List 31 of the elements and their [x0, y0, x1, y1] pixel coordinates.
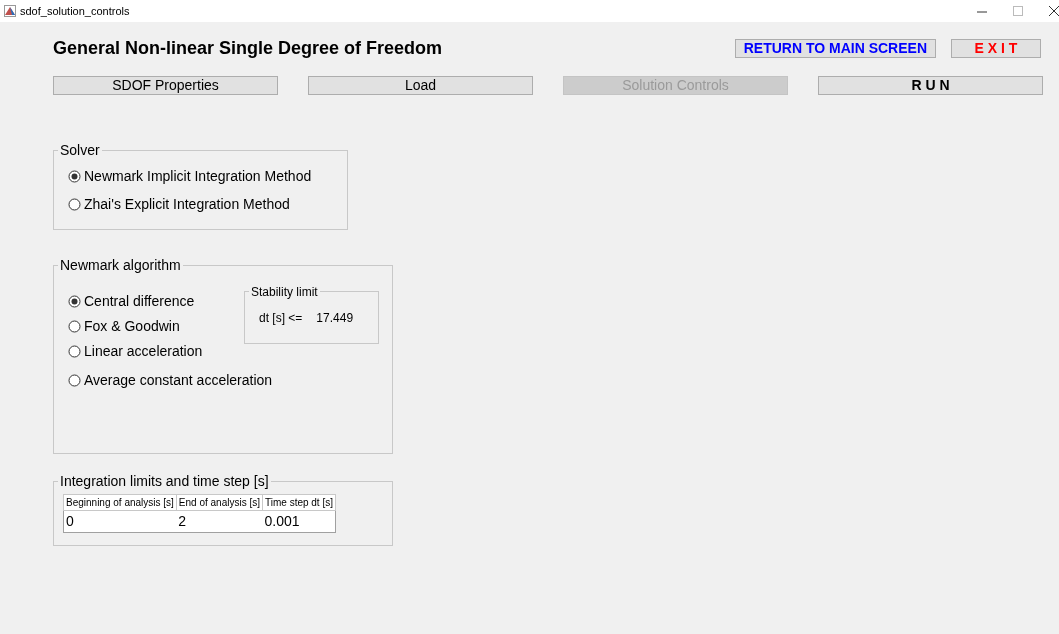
- stability-label: dt [s] <=: [259, 310, 303, 327]
- group-title: Stability limit: [249, 284, 320, 301]
- radio-button[interactable]: [68, 295, 81, 308]
- column-header: Time step dt [s]: [262, 494, 336, 511]
- close-icon[interactable]: [1049, 6, 1059, 16]
- window-title: sdof_solution_controls: [20, 3, 130, 19]
- table-cell[interactable]: 2: [176, 510, 263, 533]
- radio-button[interactable]: [68, 320, 81, 333]
- tab[interactable]: Load: [308, 76, 533, 95]
- column-header: Beginning of analysis [s]: [63, 494, 177, 511]
- option-label: Linear acceleration: [84, 343, 203, 360]
- column-header: End of analysis [s]: [176, 494, 263, 511]
- option-label: Central difference: [84, 293, 195, 310]
- option-label: Zhai's Explicit Integration Method: [84, 196, 290, 213]
- app-icon: [4, 5, 16, 17]
- return-button[interactable]: RETURN TO MAIN SCREEN: [734, 38, 936, 58]
- heading: General Non-linear Single Degree of Freedom: [53, 36, 443, 60]
- group-title: Newmark algorithm: [58, 257, 183, 274]
- radio-button[interactable]: [68, 345, 81, 358]
- option-label: Fox & Goodwin: [84, 318, 180, 335]
- radio-button[interactable]: [68, 374, 81, 387]
- tab[interactable]: R U N: [818, 76, 1043, 95]
- option-label: Average constant acceleration: [84, 372, 273, 389]
- table-cell[interactable]: 0: [63, 510, 177, 533]
- tab[interactable]: SDOF Properties: [53, 76, 278, 95]
- group-title: Integration limits and time step [s]: [58, 473, 271, 490]
- option-label: Newmark Implicit Integration Method: [84, 168, 312, 185]
- stability-value: 17.449: [316, 310, 354, 327]
- radio-button[interactable]: [68, 170, 81, 183]
- radio-button[interactable]: [68, 198, 81, 211]
- table-cell[interactable]: 0.001: [262, 510, 336, 533]
